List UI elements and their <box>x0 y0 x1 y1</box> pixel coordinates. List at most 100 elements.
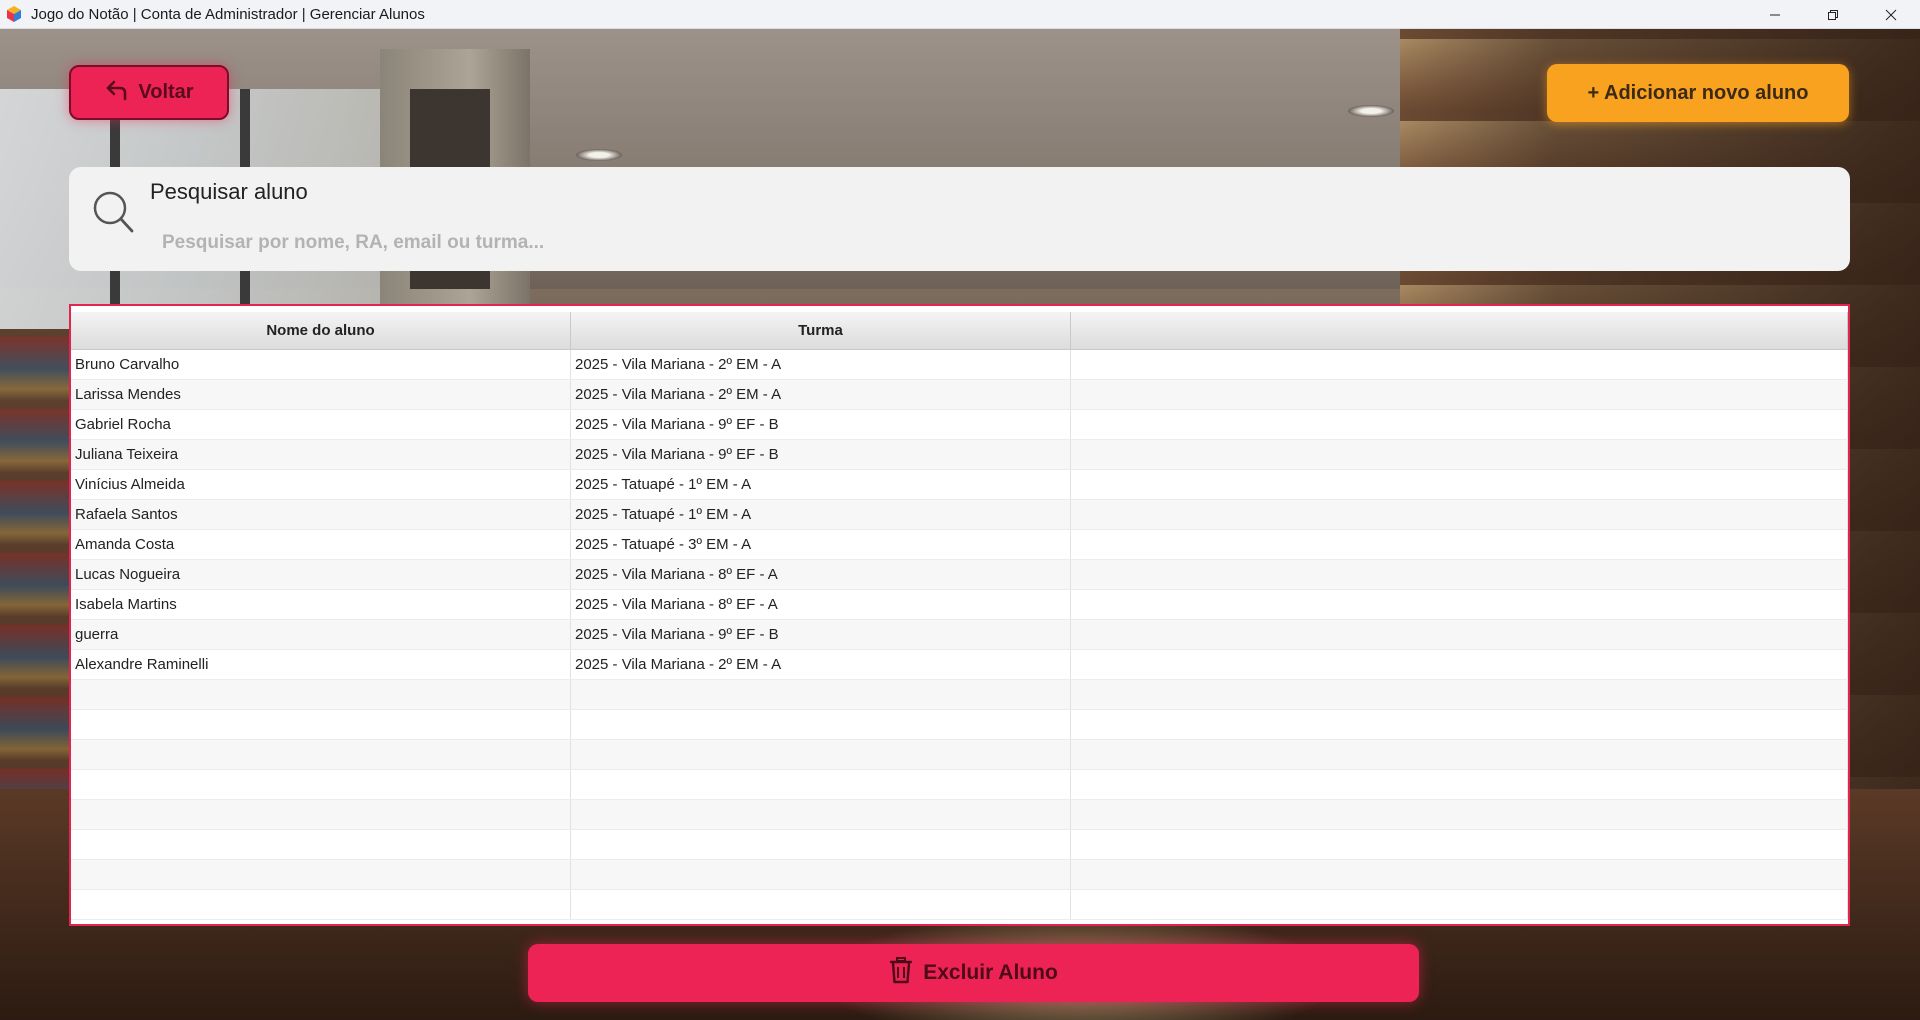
app-logo-icon <box>5 5 23 23</box>
table-row[interactable]: guerra 2025 - Vila Mariana - 9º EF - B <box>71 620 1848 650</box>
extra-cell <box>1071 350 1848 379</box>
window-controls <box>1746 0 1920 29</box>
extra-cell <box>1071 620 1848 649</box>
student-class-cell: 2025 - Vila Mariana - 2º EM - A <box>571 650 1071 679</box>
student-class-cell <box>571 710 1071 739</box>
extra-cell <box>1071 890 1848 919</box>
return-arrow-icon <box>104 78 130 108</box>
empty-table-row <box>71 860 1848 890</box>
empty-table-row <box>71 710 1848 740</box>
empty-table-row <box>71 680 1848 710</box>
table-body: Bruno Carvalho 2025 - Vila Mariana - 2º E… <box>71 350 1848 920</box>
student-name-cell: guerra <box>71 620 571 649</box>
student-name-cell <box>71 800 571 829</box>
student-name-cell: Larissa Mendes <box>71 380 571 409</box>
student-name-cell: Juliana Teixeira <box>71 440 571 469</box>
student-class-cell: 2025 - Vila Mariana - 9º EF - B <box>571 410 1071 439</box>
restore-icon[interactable] <box>1804 0 1862 29</box>
extra-cell <box>1071 410 1848 439</box>
back-button-label: Voltar <box>138 81 194 103</box>
close-icon[interactable] <box>1862 0 1920 29</box>
student-class-cell <box>571 860 1071 889</box>
delete-student-button[interactable]: Excluir Aluno <box>528 944 1419 1002</box>
table-row[interactable]: Larissa Mendes 2025 - Vila Mariana - 2º E… <box>71 380 1848 410</box>
back-button[interactable]: Voltar <box>69 65 229 120</box>
table-row[interactable]: Gabriel Rocha 2025 - Vila Mariana - 9º EF… <box>71 410 1848 440</box>
add-student-label: + Adicionar novo aluno <box>1587 81 1809 104</box>
window-title: Jogo do Notão | Conta de Administrador |… <box>31 5 425 23</box>
empty-table-row <box>71 770 1848 800</box>
student-class-cell <box>571 740 1071 769</box>
table-row[interactable]: Juliana Teixeira 2025 - Vila Mariana - 9º… <box>71 440 1848 470</box>
student-class-cell: 2025 - Vila Mariana - 2º EM - A <box>571 350 1071 379</box>
extra-cell <box>1071 440 1848 469</box>
extra-cell <box>1071 800 1848 829</box>
student-name-cell <box>71 770 571 799</box>
student-name-cell: Alexandre Raminelli <box>71 650 571 679</box>
student-name-cell <box>71 890 571 919</box>
search-icon <box>91 189 137 235</box>
student-class-cell <box>571 890 1071 919</box>
title-bar: Jogo do Notão | Conta de Administrador |… <box>0 0 1920 29</box>
table-row[interactable]: Alexandre Raminelli 2025 - Vila Mariana -… <box>71 650 1848 680</box>
student-class-cell: 2025 - Vila Mariana - 9º EF - B <box>571 620 1071 649</box>
student-class-cell: 2025 - Vila Mariana - 8º EF - A <box>571 560 1071 589</box>
delete-student-label: Excluir Aluno <box>923 961 1058 984</box>
table-row[interactable]: Amanda Costa 2025 - Tatuapé - 3º EM - A <box>71 530 1848 560</box>
extra-cell <box>1071 470 1848 499</box>
table-row[interactable]: Bruno Carvalho 2025 - Vila Mariana - 2º E… <box>71 350 1848 380</box>
extra-cell <box>1071 830 1848 859</box>
student-class-cell: 2025 - Vila Mariana - 2º EM - A <box>571 380 1071 409</box>
column-header-name[interactable]: Nome do aluno <box>71 312 571 349</box>
extra-cell <box>1071 680 1848 709</box>
add-student-button[interactable]: + Adicionar novo aluno <box>1547 64 1849 122</box>
students-table[interactable]: Nome do aluno Turma Bruno Carvalho 2025 -… <box>69 304 1850 926</box>
table-row[interactable]: Vinícius Almeida 2025 - Tatuapé - 1º EM -… <box>71 470 1848 500</box>
extra-cell <box>1071 740 1848 769</box>
student-class-cell: 2025 - Vila Mariana - 8º EF - A <box>571 590 1071 619</box>
student-name-cell: Amanda Costa <box>71 530 571 559</box>
table-row[interactable]: Isabela Martins 2025 - Vila Mariana - 8º … <box>71 590 1848 620</box>
column-header-extra[interactable] <box>1071 312 1848 349</box>
search-panel: Pesquisar aluno <box>69 167 1850 271</box>
column-header-class[interactable]: Turma <box>571 312 1071 349</box>
student-class-cell <box>571 800 1071 829</box>
extra-cell <box>1071 650 1848 679</box>
student-class-cell: 2025 - Tatuapé - 1º EM - A <box>571 470 1071 499</box>
search-label: Pesquisar aluno <box>150 179 308 204</box>
student-class-cell <box>571 830 1071 859</box>
extra-cell <box>1071 590 1848 619</box>
empty-table-row <box>71 740 1848 770</box>
student-name-cell: Lucas Nogueira <box>71 560 571 589</box>
empty-table-row <box>71 890 1848 920</box>
search-input[interactable] <box>150 225 1824 261</box>
student-name-cell: Isabela Martins <box>71 590 571 619</box>
extra-cell <box>1071 860 1848 889</box>
student-name-cell <box>71 710 571 739</box>
student-class-cell: 2025 - Tatuapé - 1º EM - A <box>571 500 1071 529</box>
extra-cell <box>1071 710 1848 739</box>
trash-icon <box>889 956 913 990</box>
empty-table-row <box>71 830 1848 860</box>
table-row[interactable]: Rafaela Santos 2025 - Tatuapé - 1º EM - A <box>71 500 1848 530</box>
table-header: Nome do aluno Turma <box>71 312 1848 350</box>
student-class-cell <box>571 680 1071 709</box>
student-name-cell: Vinícius Almeida <box>71 470 571 499</box>
table-row[interactable]: Lucas Nogueira 2025 - Vila Mariana - 8º E… <box>71 560 1848 590</box>
empty-table-row <box>71 800 1848 830</box>
extra-cell <box>1071 560 1848 589</box>
student-name-cell: Bruno Carvalho <box>71 350 571 379</box>
student-name-cell <box>71 860 571 889</box>
student-name-cell <box>71 680 571 709</box>
extra-cell <box>1071 530 1848 559</box>
student-class-cell <box>571 770 1071 799</box>
student-name-cell: Gabriel Rocha <box>71 410 571 439</box>
student-name-cell <box>71 740 571 769</box>
minimize-icon[interactable] <box>1746 0 1804 29</box>
student-name-cell <box>71 830 571 859</box>
extra-cell <box>1071 770 1848 799</box>
extra-cell <box>1071 380 1848 409</box>
extra-cell <box>1071 500 1848 529</box>
student-class-cell: 2025 - Tatuapé - 3º EM - A <box>571 530 1071 559</box>
student-class-cell: 2025 - Vila Mariana - 9º EF - B <box>571 440 1071 469</box>
